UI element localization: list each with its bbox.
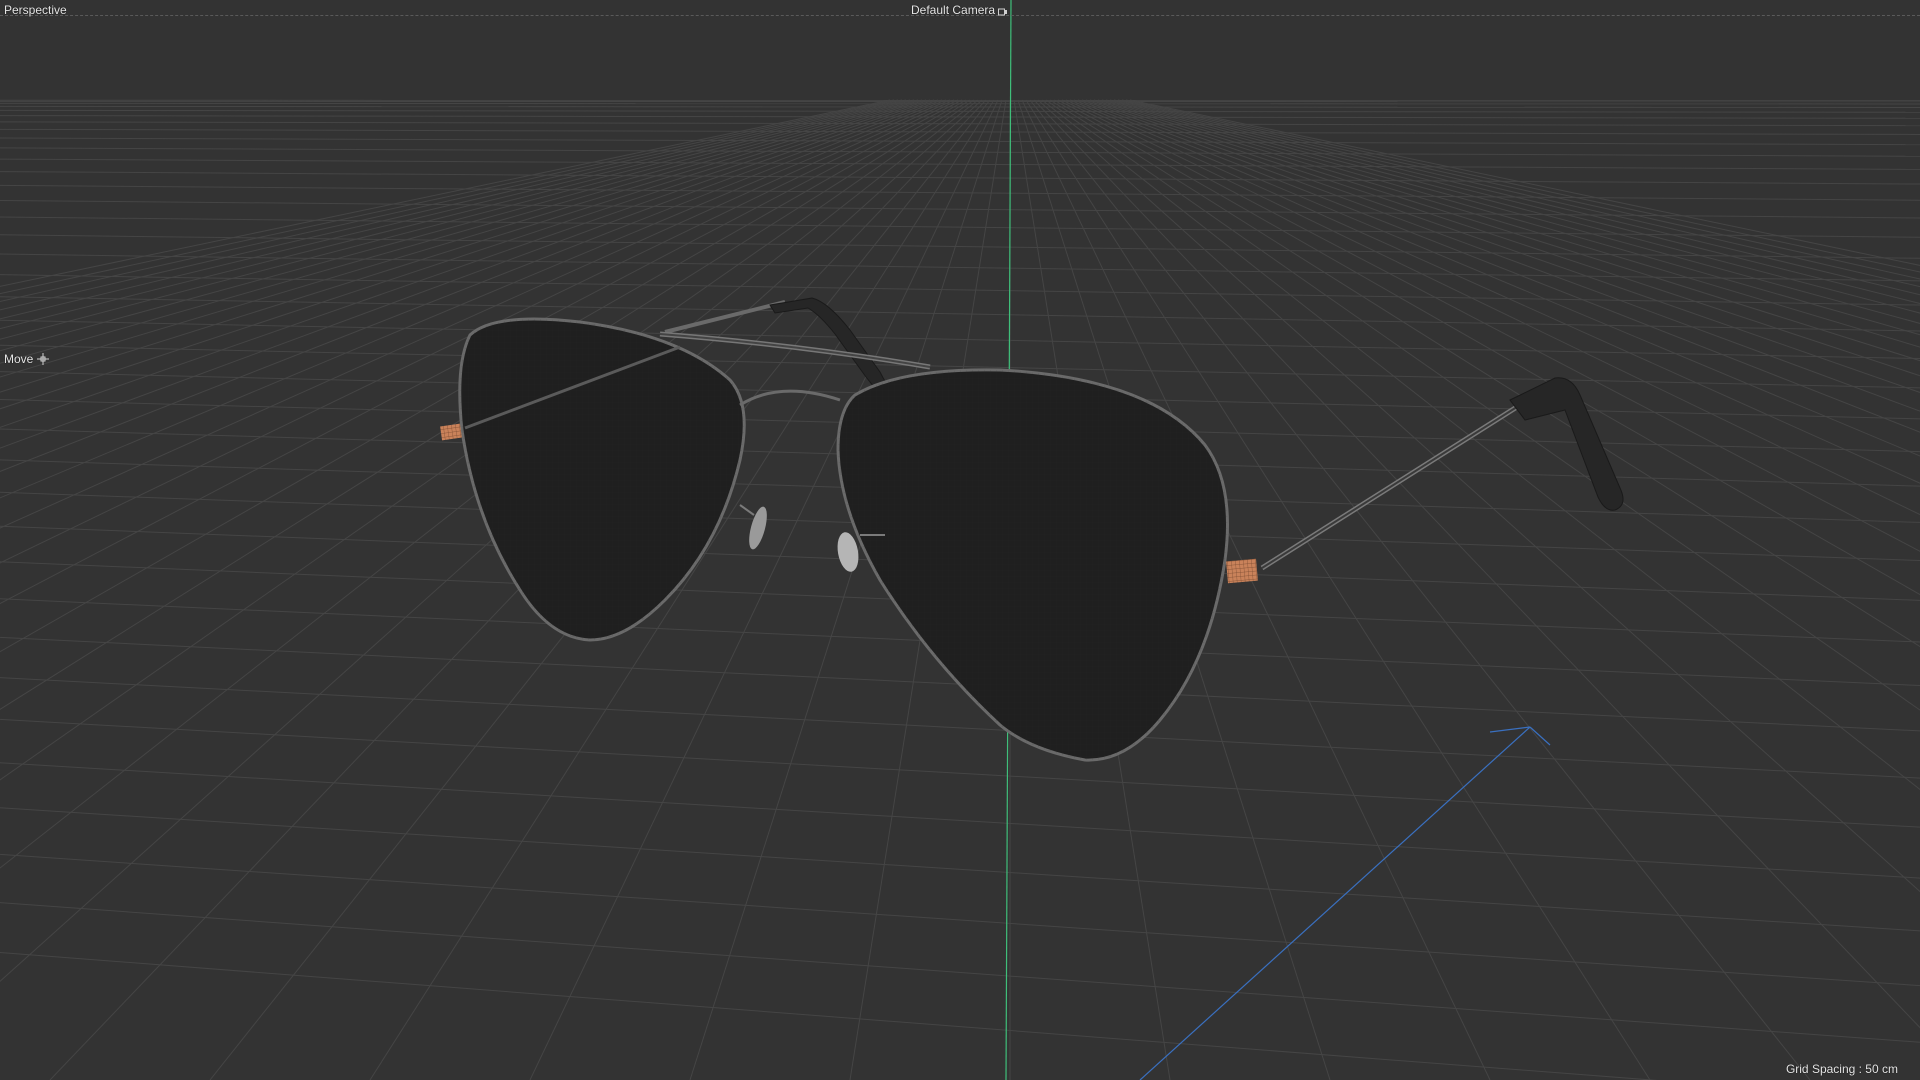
grid-line: [0, 99, 891, 287]
grid-line: [1113, 99, 1920, 296]
nose-bridge: [739, 389, 841, 407]
grid-line: [0, 99, 959, 564]
grid-line: [0, 99, 951, 499]
grid-line: [0, 184, 1920, 201]
grid-line: [0, 128, 1920, 135]
left-hinge: [440, 423, 462, 441]
grid-line: [0, 99, 935, 410]
grid-line: [0, 99, 903, 311]
grid-line: [1129, 99, 1920, 266]
grid-line: [0, 158, 1920, 170]
right-lens: [836, 368, 1229, 762]
right-hinge: [1226, 558, 1258, 584]
grid-line: [0, 115, 1920, 119]
grid-line: [0, 99, 983, 982]
grid-line: [0, 718, 1920, 828]
grid-line: [1125, 99, 1920, 273]
active-tool-indicator: Move: [4, 352, 50, 366]
grid-line: [0, 99, 911, 330]
grid-line: [0, 253, 1920, 282]
grid-line: [0, 677, 1920, 779]
grid-line: [0, 99, 947, 472]
grid-line: [0, 902, 1920, 1043]
grid-line: [0, 951, 1658, 1080]
grid-line: [0, 807, 1920, 932]
grid-line: [0, 99, 907, 320]
grid-line: [0, 234, 1920, 259]
grid-line: [0, 99, 967, 653]
grid-line: [0, 99, 895, 295]
move-crosshair-icon: [37, 353, 50, 365]
grid-line: [0, 274, 1920, 306]
grid-line: [0, 762, 1920, 879]
grid-line: [1097, 99, 1920, 336]
grid-line: [0, 99, 939, 428]
grid-line: [1109, 99, 1920, 305]
grid-spacing-readout: Grid Spacing : 50 cm: [1785, 1062, 1898, 1076]
grid-line: [1121, 99, 1920, 280]
scene-canvas[interactable]: [0, 0, 1920, 1080]
active-tool-label: Move: [4, 352, 34, 366]
grid-line: [0, 99, 971, 710]
view-mode-label[interactable]: Perspective: [4, 3, 67, 17]
grid-line: [0, 137, 1920, 146]
camera-lock-icon[interactable]: [998, 6, 1008, 15]
grid-line: [0, 99, 915, 340]
grid-line: [1105, 99, 1920, 314]
left-lens: [458, 317, 746, 642]
grid-line: [0, 147, 1920, 157]
grid-line: [0, 121, 1920, 127]
camera-selector[interactable]: Default Camera: [911, 3, 1008, 17]
grid-line: [0, 109, 1920, 113]
grid-line: [0, 99, 943, 449]
grid-line: [0, 99, 955, 529]
grid-line: [0, 99, 975, 781]
grid-line: [0, 853, 1920, 987]
camera-label: Default Camera: [911, 3, 996, 17]
grid-line: [0, 99, 919, 352]
grid-line: [1117, 99, 1920, 288]
3d-viewport[interactable]: Perspective Default Camera Move Grid Spa…: [0, 0, 1920, 1080]
grid-line: [1101, 99, 1920, 324]
grid-line: [0, 171, 1920, 185]
